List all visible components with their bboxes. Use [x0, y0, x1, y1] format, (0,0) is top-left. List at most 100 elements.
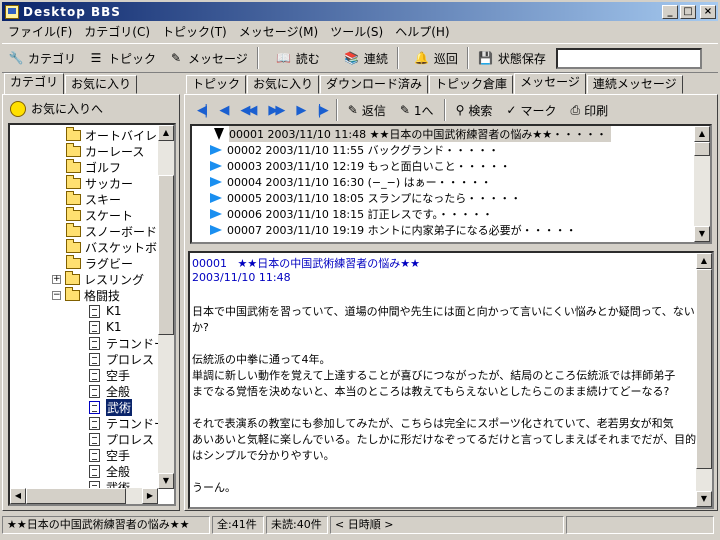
read-button[interactable]: 📖 読む	[262, 46, 326, 70]
minimize-button[interactable]: _	[662, 4, 678, 19]
status-sort-order[interactable]: < 日時順 >	[330, 516, 564, 534]
menu-tools[interactable]: ツール(S)	[324, 23, 389, 40]
folder-icon	[66, 190, 81, 205]
maximize-button[interactable]: □	[680, 4, 696, 19]
toolbar-search-input[interactable]	[555, 47, 702, 69]
menu-category[interactable]: カテゴリ(C)	[78, 23, 156, 40]
reply-button[interactable]: ✎ 返信	[341, 99, 393, 121]
category-tree[interactable]: オートバイレー カーレース ゴルフ サッカー スキー スケート スノーボード バ…	[8, 123, 176, 506]
tree-topic[interactable]: 全般	[86, 463, 130, 479]
scroll-thumb[interactable]	[26, 488, 126, 504]
tree-topic[interactable]: K1	[86, 319, 122, 335]
toolbar-separator	[443, 99, 446, 121]
tree-folder[interactable]: オートバイレー	[66, 126, 160, 143]
continuous-button[interactable]: 📚 連続	[326, 46, 394, 70]
scroll-thumb[interactable]	[696, 269, 712, 469]
tab-topic-archive[interactable]: トピック倉庫	[429, 75, 514, 94]
tree-topic-selected[interactable]: 武術	[86, 398, 133, 416]
favorites-link[interactable]: お気に入りへ	[10, 100, 103, 117]
first-message-button[interactable]: ◀|	[190, 99, 212, 121]
scroll-thumb[interactable]	[694, 142, 710, 156]
body-line: 伝統派の中拳に通って4年。	[192, 353, 331, 366]
first-reply-button[interactable]: ✎ 1へ	[393, 99, 441, 121]
scroll-down-button[interactable]: ▼	[694, 226, 710, 242]
scroll-right-button[interactable]: ▶	[142, 488, 158, 504]
search-button[interactable]: ⚲ 検索	[449, 99, 500, 121]
print-button[interactable]: ⎙ 印刷	[563, 99, 615, 121]
collapse-icon[interactable]: −	[52, 290, 61, 300]
tab-topics[interactable]: トピック	[186, 75, 247, 94]
tree-topic[interactable]: テコンドー	[86, 415, 160, 431]
tree-topic[interactable]: 空手	[86, 367, 130, 383]
tree-folder[interactable]: スキー	[66, 190, 121, 207]
tree-topic[interactable]: プロレス	[86, 431, 154, 447]
close-button[interactable]: ×	[700, 4, 716, 19]
scroll-up-button[interactable]: ▲	[696, 253, 712, 269]
save-state-button[interactable]: 💾 状態保存	[472, 46, 552, 70]
tree-vertical-scrollbar[interactable]: ▲ ▼	[158, 125, 174, 489]
toolbar-separator	[335, 99, 338, 121]
scroll-thumb[interactable]	[158, 175, 174, 335]
tree-folder[interactable]: スノーボード	[66, 222, 157, 239]
unread-flag-icon	[210, 225, 222, 235]
message-row[interactable]: 00002 2003/11/10 11:55 バックグランド・・・・・	[210, 142, 499, 158]
last-message-button[interactable]: |▶	[310, 99, 332, 121]
expand-icon[interactable]: +	[52, 274, 61, 284]
body-scrollbar[interactable]: ▲ ▼	[696, 253, 712, 507]
message-row[interactable]: 00003 2003/11/10 12:19 もっと面白いこと・・・・・	[210, 158, 511, 174]
menu-topic[interactable]: トピック(T)	[156, 23, 233, 40]
message-row[interactable]: 00001 2003/11/10 11:48 ★★日本の中国武術練習者の悩み★★…	[210, 126, 612, 142]
mark-icon: ✓	[506, 103, 517, 117]
menu-file[interactable]: ファイル(F)	[2, 23, 78, 40]
tree-horizontal-scrollbar[interactable]: ◀ ▶	[10, 488, 158, 504]
category-button[interactable]: 🔧 カテゴリ	[2, 46, 82, 70]
tree-folder[interactable]: サッカー	[66, 174, 133, 191]
app-icon	[5, 4, 19, 19]
prev-message-button[interactable]: ◀	[212, 99, 233, 121]
message-list-scrollbar[interactable]: ▲ ▼	[694, 126, 710, 242]
next-message-button[interactable]: ▶	[289, 99, 310, 121]
tree-topic[interactable]: K1	[86, 303, 122, 319]
tree-topic[interactable]: プロレス	[86, 351, 154, 367]
scroll-down-button[interactable]: ▼	[158, 473, 174, 489]
title-bar: Desktop BBS _ □ ×	[2, 2, 718, 21]
message-list[interactable]: 00001 2003/11/10 11:48 ★★日本の中国武術練習者の悩み★★…	[190, 124, 712, 244]
tree-folder[interactable]: − 格闘技	[52, 286, 120, 303]
tree-topic[interactable]: テコンドー	[86, 335, 160, 351]
mark-button[interactable]: ✓ マーク	[499, 99, 563, 121]
tab-downloaded[interactable]: ダウンロード済み	[320, 75, 429, 94]
tree-topic[interactable]: 空手	[86, 447, 130, 463]
tree-folder[interactable]: ゴルフ	[66, 158, 121, 175]
menu-message[interactable]: メッセージ(M)	[233, 23, 324, 40]
tree-topic[interactable]: 全般	[86, 383, 130, 399]
prev-page-button[interactable]: ◀◀	[233, 99, 261, 121]
tab-right-favorites[interactable]: お気に入り	[247, 75, 320, 94]
message-row[interactable]: 00006 2003/11/10 18:15 訂正レスです。・・・・・	[210, 206, 493, 222]
tab-messages[interactable]: メッセージ	[514, 73, 586, 94]
next-page-button[interactable]: ▶▶	[261, 99, 289, 121]
menu-help[interactable]: ヘルプ(H)	[389, 23, 455, 40]
tree-folder[interactable]: + レスリング	[52, 270, 144, 287]
tree-folder[interactable]: カーレース	[66, 142, 144, 159]
rewind-icon: ◀◀	[240, 102, 257, 118]
tree-folder[interactable]: スケート	[66, 206, 133, 223]
body-line: 単調に新しい動作を覚えて上達することが喜びにつながったが、結局のところ伝統派では…	[192, 369, 676, 382]
message-button[interactable]: ✎ メッセージ	[162, 46, 254, 70]
open-folder-icon	[65, 286, 80, 301]
topic-button[interactable]: ☰ トピック	[82, 46, 162, 70]
scroll-up-button[interactable]: ▲	[158, 125, 174, 141]
scroll-up-button[interactable]: ▲	[694, 126, 710, 142]
tree-folder[interactable]: ラグビー	[66, 254, 133, 271]
tab-continuous-messages[interactable]: 連続メッセージ	[586, 75, 683, 94]
tree-folder[interactable]: バスケットボー	[66, 238, 160, 255]
tab-favorites[interactable]: お気に入り	[65, 75, 138, 94]
patrol-button[interactable]: 🔔 巡回	[402, 46, 464, 70]
scroll-left-button[interactable]: ◀	[10, 488, 26, 504]
message-row[interactable]: 00007 2003/11/10 19:19 ホントに内家弟子になる必要が・・・…	[210, 222, 577, 238]
scroll-down-button[interactable]: ▼	[696, 491, 712, 507]
message-row[interactable]: 00004 2003/11/10 16:30 (−_−) はぁー・・・・・	[210, 174, 492, 190]
message-date: 2003/11/10 11:48	[192, 271, 291, 284]
tab-category[interactable]: カテゴリ	[4, 73, 65, 94]
message-row[interactable]: 00005 2003/11/10 18:05 スランプになったら・・・・・	[210, 190, 521, 206]
message-body-view[interactable]: 00001 ★★日本の中国武術練習者の悩み★★ 2003/11/10 11:48…	[188, 251, 714, 509]
